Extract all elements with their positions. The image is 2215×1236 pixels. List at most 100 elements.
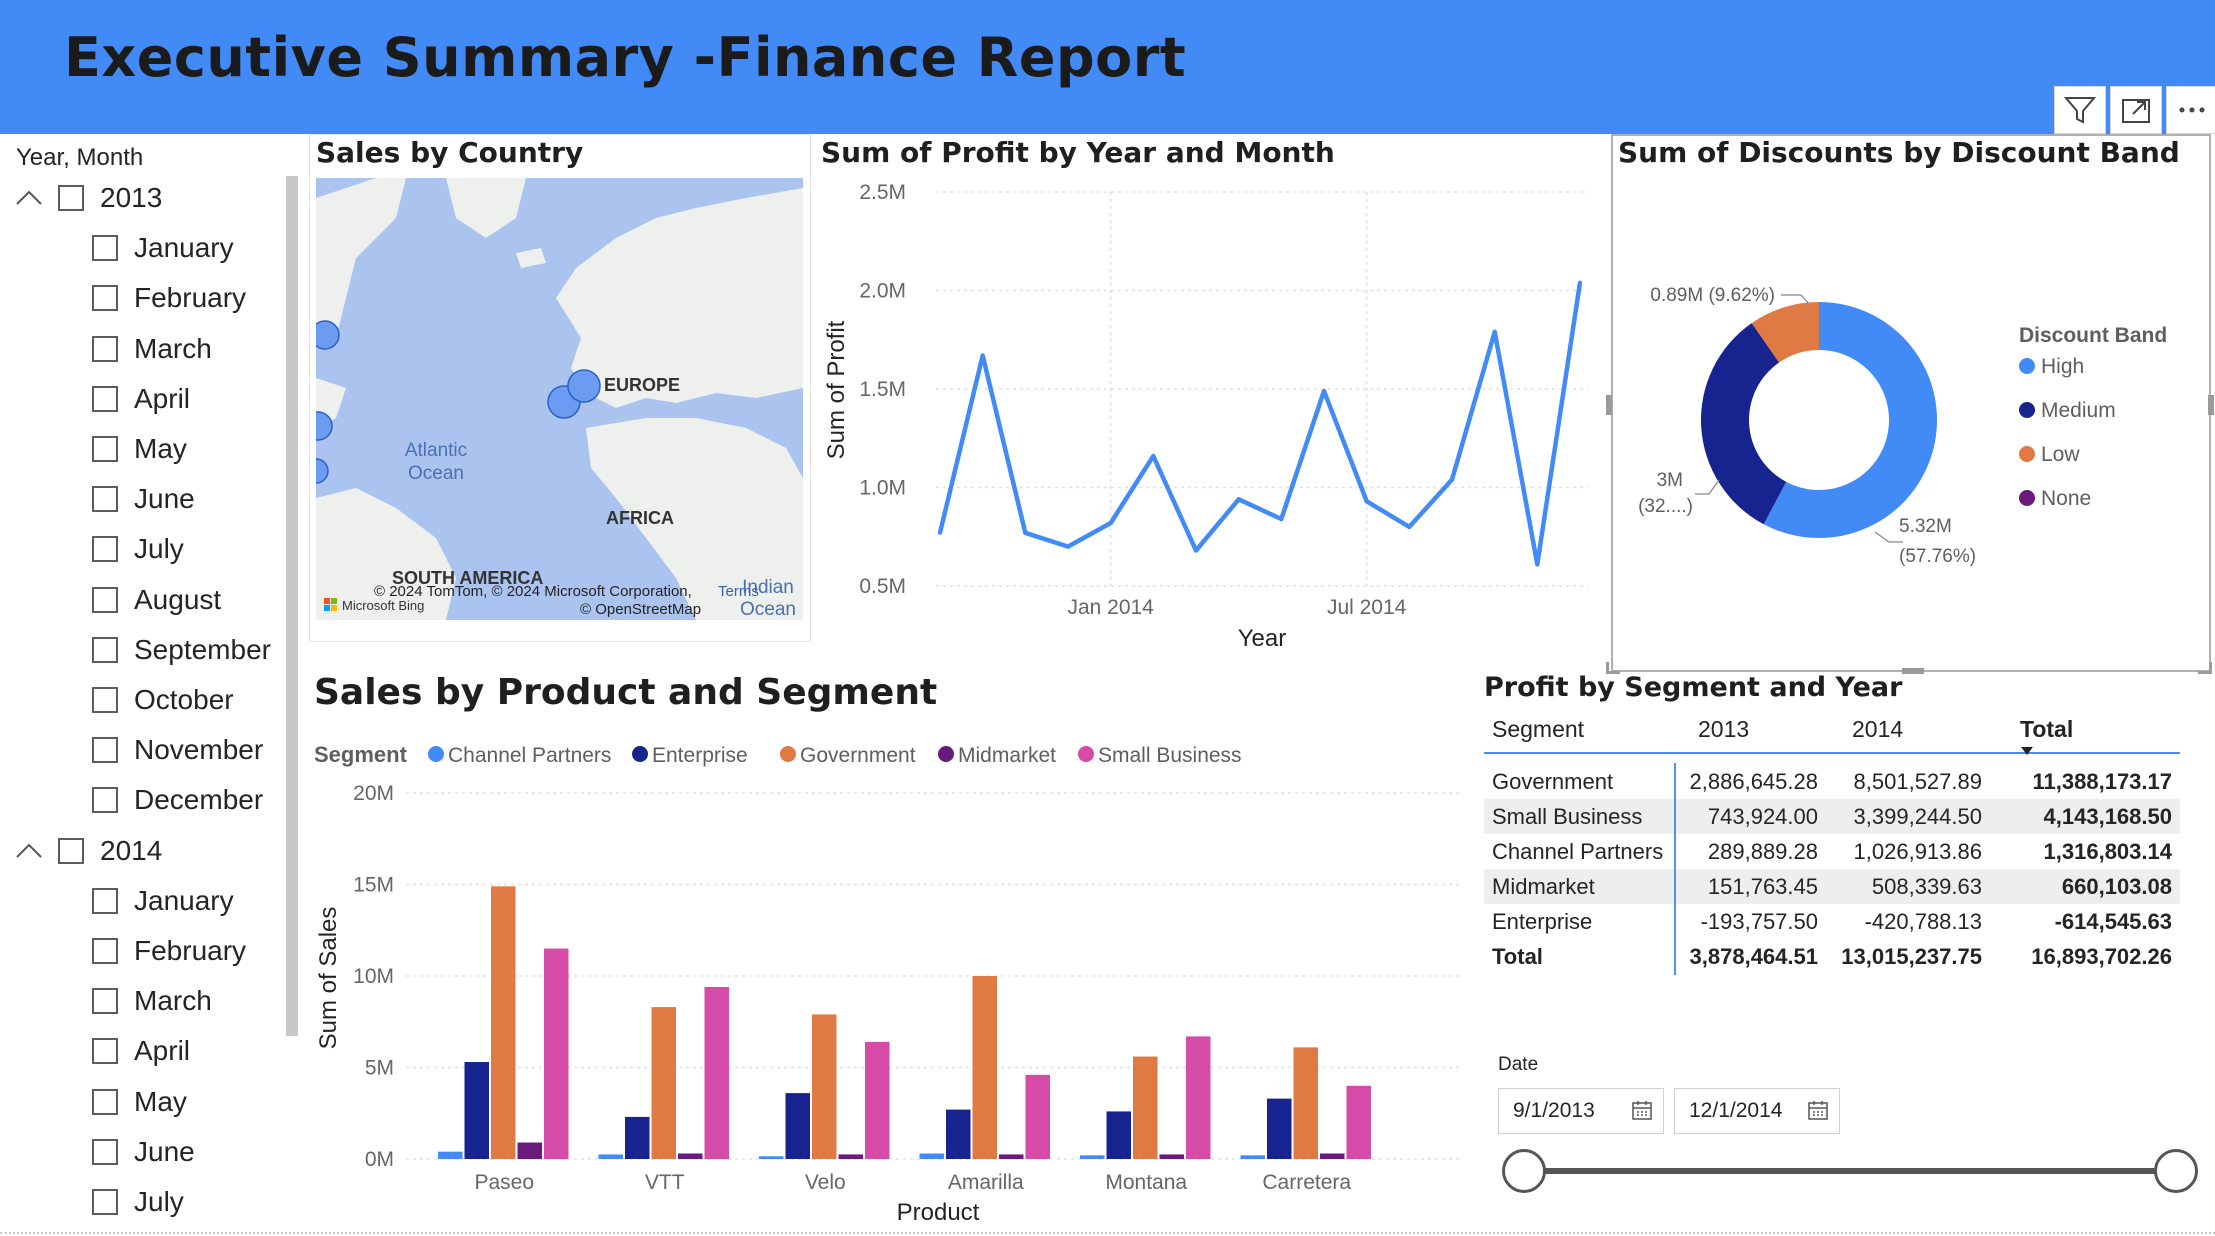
matrix-header-total[interactable]: Total <box>1990 716 2180 755</box>
profit-point[interactable] <box>1535 562 1540 567</box>
legend-item-low[interactable]: Low <box>2041 443 2080 466</box>
slicer-year-2013[interactable]: 2013 <box>14 178 162 218</box>
table-row[interactable]: Midmarket 151,763.45 508,339.63 660,103.08 <box>1484 869 2180 904</box>
checkbox[interactable] <box>92 887 118 914</box>
checkbox[interactable] <box>92 636 118 663</box>
slicer-month-november-2013[interactable]: November <box>92 730 263 770</box>
slicer-month-may-2014[interactable]: May <box>92 1082 187 1122</box>
bar-velo-small-business[interactable] <box>865 1041 890 1159</box>
slicer-month-april-2013[interactable]: April <box>92 379 190 419</box>
profit-point[interactable] <box>1322 388 1326 393</box>
legend-item-channel-partners[interactable]: Channel Partners <box>448 744 611 767</box>
slicer-month-june-2013[interactable]: June <box>92 479 195 519</box>
map-bubble[interactable] <box>316 320 340 350</box>
legend-marker[interactable] <box>938 746 954 762</box>
slicer-month-february-2014[interactable]: February <box>92 931 246 971</box>
bar-carretera-midmarket[interactable] <box>1320 1153 1345 1159</box>
legend-item-midmarket[interactable]: Midmarket <box>958 744 1056 767</box>
date-range-track[interactable] <box>1524 1168 2176 1174</box>
bar-paseo-small-business[interactable] <box>544 948 569 1159</box>
checkbox[interactable] <box>92 1038 118 1065</box>
checkbox[interactable] <box>92 586 118 613</box>
slicer-month-january-2013[interactable]: January <box>92 228 234 268</box>
discount-donut-chart[interactable]: 0.89M (9.62%) 3M (32....) 5.32M (57.76%) Disc… <box>1613 180 2209 670</box>
legend-marker[interactable] <box>780 746 796 762</box>
profit-point[interactable] <box>1194 548 1198 553</box>
bar-montana-channel-partners[interactable] <box>1080 1155 1105 1159</box>
table-row[interactable]: Small Business 743,924.00 3,399,244.50 4,14… <box>1484 799 2180 834</box>
date-range-start-handle[interactable] <box>1502 1149 1546 1193</box>
slicer-year-2014[interactable]: 2014 <box>14 831 162 871</box>
bar-montana-midmarket[interactable] <box>1159 1154 1185 1159</box>
profit-matrix[interactable]: Segment 2013 2014 Total Government 2,886,… <box>1484 706 2180 974</box>
resize-handle-corner-br[interactable] <box>2198 662 2212 674</box>
slicer-scrollbar[interactable] <box>286 176 298 1036</box>
legend-marker[interactable] <box>632 746 648 762</box>
checkbox[interactable] <box>92 938 118 964</box>
resize-handle-bottom[interactable] <box>1902 668 1924 674</box>
bar-amarilla-channel-partners[interactable] <box>919 1153 945 1159</box>
bar-paseo-enterprise[interactable] <box>464 1062 490 1159</box>
map-canvas[interactable]: EUROPE Atlantic Ocean AFRICA SOUTH AMERI… <box>316 178 803 620</box>
checkbox[interactable] <box>92 335 118 362</box>
bar-paseo-government[interactable] <box>491 886 516 1159</box>
slicer-month-march-2014[interactable]: March <box>92 981 212 1021</box>
profit-point[interactable] <box>1450 477 1454 482</box>
legend-item-enterprise[interactable]: Enterprise <box>652 744 748 767</box>
checkbox[interactable] <box>92 235 118 262</box>
legend-marker[interactable] <box>428 746 444 762</box>
legend-item-small-business[interactable]: Small Business <box>1098 744 1242 767</box>
profit-point[interactable] <box>1407 524 1412 529</box>
profit-line-chart[interactable]: 2.5M 2.0M 1.5M 1.0M 0.5M Jan 2014 Jul 2014 Year… <box>816 170 1606 660</box>
bar-velo-midmarket[interactable] <box>838 1154 864 1159</box>
checkbox[interactable] <box>92 687 118 713</box>
filter-button[interactable] <box>2054 86 2106 134</box>
legend-marker[interactable] <box>2019 490 2035 506</box>
legend-item-none[interactable]: None <box>2041 487 2091 510</box>
slicer-month-december-2013[interactable]: December <box>92 780 263 820</box>
map-terms-link[interactable]: Terms <box>718 583 759 600</box>
checkbox[interactable] <box>92 737 118 764</box>
bar-carretera-enterprise[interactable] <box>1267 1098 1292 1159</box>
checkbox[interactable] <box>92 1189 118 1215</box>
profit-point[interactable] <box>1492 329 1497 334</box>
bar-carretera-government[interactable] <box>1293 1047 1319 1159</box>
bar-amarilla-enterprise[interactable] <box>946 1109 971 1159</box>
profit-point[interactable] <box>1108 520 1113 525</box>
resize-handle-right[interactable] <box>2208 395 2214 415</box>
checkbox[interactable] <box>92 436 118 462</box>
date-start-input[interactable]: 9/1/2013 <box>1498 1088 1664 1134</box>
table-row[interactable]: Enterprise -193,757.50 -420,788.13 -614,545… <box>1484 904 2180 939</box>
slicer-month-february-2013[interactable]: February <box>92 278 246 318</box>
checkbox[interactable] <box>92 385 118 412</box>
bar-vtt-government[interactable] <box>651 1007 677 1159</box>
slicer-month-june-2014[interactable]: June <box>92 1132 195 1172</box>
profit-point[interactable] <box>1023 530 1028 535</box>
bar-vtt-small-business[interactable] <box>704 986 730 1159</box>
bar-velo-channel-partners[interactable] <box>759 1156 784 1159</box>
profit-point[interactable] <box>1066 544 1070 549</box>
bar-velo-enterprise[interactable] <box>785 1093 811 1159</box>
resize-handle-left[interactable] <box>1606 395 1612 415</box>
bar-vtt-channel-partners[interactable] <box>598 1154 624 1159</box>
bar-montana-government[interactable] <box>1133 1056 1158 1159</box>
legend-marker[interactable] <box>2019 402 2035 418</box>
calendar-icon[interactable] <box>1631 1099 1653 1121</box>
bar-carretera-channel-partners[interactable] <box>1240 1155 1266 1159</box>
slicer-month-july-2013[interactable]: July <box>92 529 184 569</box>
profit-point[interactable] <box>1578 280 1582 285</box>
table-row[interactable]: Channel Partners 289,889.28 1,026,913.86 1,… <box>1484 834 2180 869</box>
bar-vtt-enterprise[interactable] <box>625 1116 650 1159</box>
checkbox[interactable] <box>92 285 118 312</box>
checkbox[interactable] <box>92 1138 118 1165</box>
profit-point[interactable] <box>1279 517 1284 522</box>
checkbox[interactable] <box>92 1088 118 1115</box>
more-options-button[interactable] <box>2166 86 2215 134</box>
checkbox[interactable] <box>92 787 118 814</box>
slicer-month-july-2014[interactable]: July <box>92 1182 184 1222</box>
bar-vtt-midmarket[interactable] <box>678 1153 703 1159</box>
profit-point[interactable] <box>1236 497 1241 502</box>
matrix-total-row[interactable]: Total 3,878,464.51 13,015,237.75 16,893,702… <box>1484 939 2180 974</box>
focus-mode-button[interactable] <box>2110 86 2162 134</box>
checkbox[interactable] <box>58 185 84 211</box>
